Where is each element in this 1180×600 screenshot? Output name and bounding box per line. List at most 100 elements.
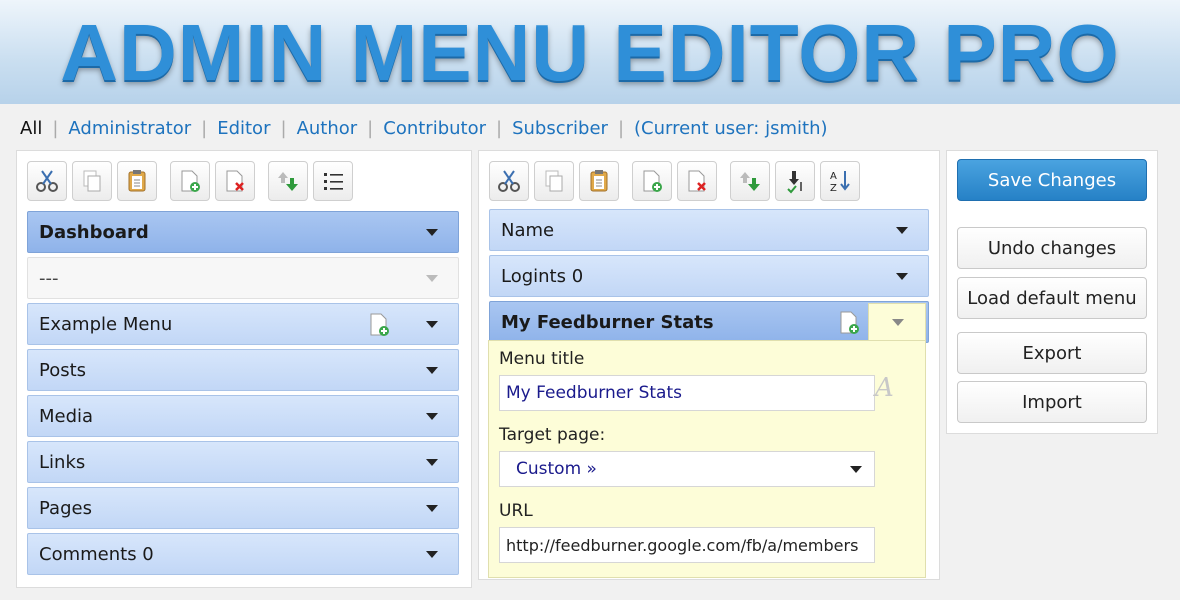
delete-item-button[interactable] [677, 161, 717, 201]
menu-item-label: Dashboard [39, 221, 149, 243]
move-down-icon [787, 171, 802, 194]
target-page-value: Custom » [516, 459, 597, 479]
new-item-icon[interactable] [368, 312, 392, 338]
role-author[interactable]: Author [297, 118, 358, 139]
role-separator: | [201, 117, 208, 139]
svg-text:A: A [830, 171, 837, 182]
new-menu-button[interactable] [170, 161, 210, 201]
role-contributor[interactable]: Contributor [383, 118, 486, 139]
move-up-button[interactable] [730, 161, 770, 201]
list-icon [324, 173, 343, 190]
target-page-select[interactable]: Custom » [499, 451, 875, 487]
paste-button[interactable] [579, 161, 619, 201]
copy-button[interactable] [72, 161, 112, 201]
role-editor[interactable]: Editor [217, 118, 270, 139]
new-item-button[interactable] [632, 161, 672, 201]
chevron-down-icon[interactable] [426, 505, 438, 512]
role-subscriber[interactable]: Subscriber [512, 118, 608, 139]
role-all[interactable]: All [20, 118, 42, 139]
cut-button[interactable] [27, 161, 67, 201]
menu-item-comments[interactable]: Comments 0 [27, 533, 459, 575]
menu-title-input[interactable] [499, 375, 875, 411]
top-level-menu-panel: Dashboard --- Example Menu Posts Media L… [16, 150, 472, 588]
url-input[interactable] [499, 527, 875, 563]
role-administrator[interactable]: Administrator [68, 118, 191, 139]
collapse-editor-toggle[interactable] [868, 303, 926, 341]
menu-item-label: Logints 0 [501, 265, 584, 287]
save-changes-button[interactable]: Save Changes [957, 159, 1147, 201]
menu-item-label: Pages [39, 497, 92, 519]
role-separator: | [52, 117, 59, 139]
menu-title-label: Menu title [499, 349, 585, 369]
import-button[interactable]: Import [957, 381, 1147, 423]
menu-item-label: Posts [39, 359, 87, 381]
copy-icon [83, 170, 101, 192]
chevron-down-icon[interactable] [426, 551, 438, 558]
menu-item-label: Comments 0 [39, 543, 154, 565]
submenu-item-logints[interactable]: Logints 0 [489, 255, 929, 297]
menu-item-separator[interactable]: --- [27, 257, 459, 299]
svg-text:Z: Z [830, 183, 837, 194]
sort-az-icon: AZ [830, 171, 850, 194]
role-separator: | [367, 117, 374, 139]
font-style-icon[interactable]: A [875, 375, 901, 401]
submenu-item-feedburner-stats[interactable]: My Feedburner Stats [489, 301, 929, 343]
delete-icon [226, 170, 244, 192]
list-button[interactable] [313, 161, 353, 201]
menu-item-dashboard[interactable]: Dashboard [27, 211, 459, 253]
paste-icon [590, 170, 608, 192]
role-separator: | [617, 117, 625, 139]
menu-item-label: Example Menu [39, 313, 173, 335]
move-up-icon [278, 172, 298, 191]
chevron-down-icon[interactable] [426, 321, 438, 328]
delete-icon [688, 170, 706, 192]
menu-item-media[interactable]: Media [27, 395, 459, 437]
new-item-icon[interactable] [838, 310, 862, 336]
menu-item-label: --- [39, 267, 59, 289]
chevron-down-icon[interactable] [426, 459, 438, 466]
banner-title: ADMIN MENU EDITOR PRO [60, 8, 1120, 97]
menu-item-links[interactable]: Links [27, 441, 459, 483]
cut-icon [36, 170, 58, 192]
target-page-label: Target page: [499, 425, 606, 445]
middle-toolbar: AZ [489, 161, 865, 201]
banner: ADMIN MENU EDITOR PRO [0, 0, 1180, 104]
delete-menu-button[interactable] [215, 161, 255, 201]
submenu-item-name[interactable]: Name [489, 209, 929, 251]
menu-item-pages[interactable]: Pages [27, 487, 459, 529]
copy-icon [545, 170, 563, 192]
paste-icon [128, 170, 146, 192]
copy-button[interactable] [534, 161, 574, 201]
menu-item-example-menu[interactable]: Example Menu [27, 303, 459, 345]
role-separator: | [496, 117, 503, 139]
chevron-down-icon[interactable] [896, 273, 908, 280]
menu-item-label: Name [501, 219, 555, 241]
menu-item-label: Media [39, 405, 94, 427]
chevron-down-icon[interactable] [426, 229, 438, 236]
move-button[interactable] [268, 161, 308, 201]
new-item-icon [643, 170, 662, 192]
role-filter: All | Administrator | Editor | Author | … [20, 115, 828, 141]
chevron-down-icon[interactable] [426, 367, 438, 374]
role-current-user[interactable]: (Current user: jsmith) [634, 118, 827, 139]
load-default-menu-button[interactable]: Load default menu [957, 277, 1147, 319]
chevron-down-icon[interactable] [896, 227, 908, 234]
actions-panel: Save Changes Undo changes Load default m… [946, 150, 1158, 434]
role-separator: | [280, 117, 287, 139]
menu-item-posts[interactable]: Posts [27, 349, 459, 391]
menu-item-label: Links [39, 451, 86, 473]
new-item-icon [181, 170, 200, 192]
chevron-down-icon[interactable] [426, 413, 438, 420]
move-down-button[interactable] [775, 161, 815, 201]
chevron-down-icon [892, 319, 904, 326]
url-label: URL [499, 501, 533, 521]
sort-button[interactable]: AZ [820, 161, 860, 201]
cut-icon [498, 170, 520, 192]
chevron-down-icon [850, 466, 862, 473]
paste-button[interactable] [117, 161, 157, 201]
move-up-icon [740, 172, 760, 191]
chevron-down-icon[interactable] [426, 275, 438, 282]
cut-button[interactable] [489, 161, 529, 201]
export-button[interactable]: Export [957, 332, 1147, 374]
undo-changes-button[interactable]: Undo changes [957, 227, 1147, 269]
